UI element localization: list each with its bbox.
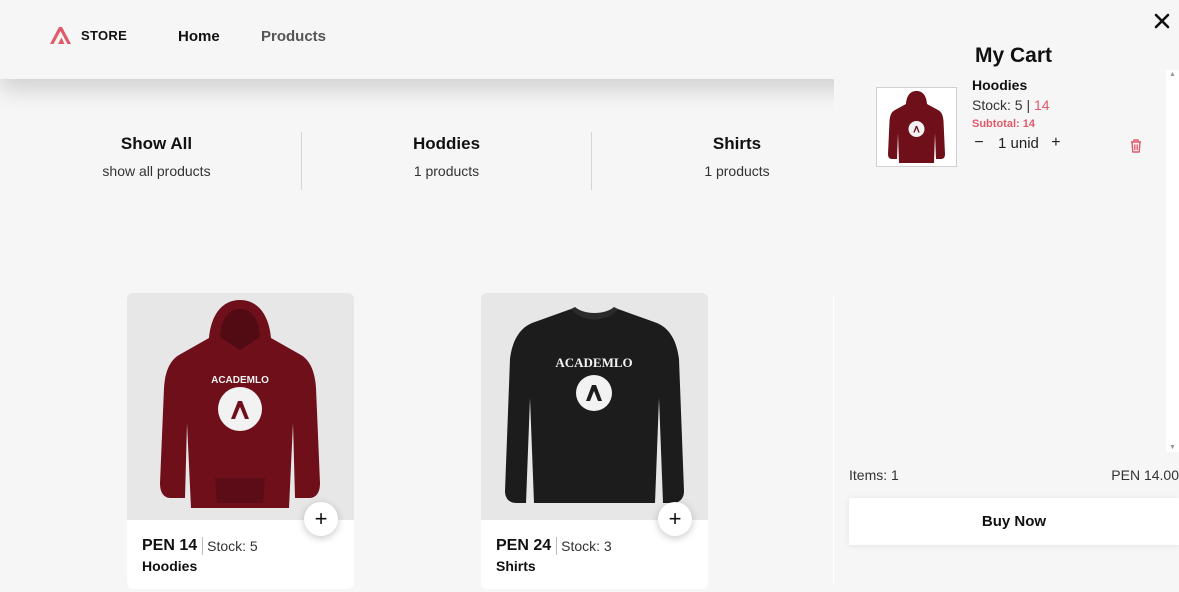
close-icon[interactable]	[1151, 10, 1173, 32]
maroon-hoodie-image	[888, 91, 945, 163]
logo-text: STORE	[81, 27, 128, 43]
cart-title: My Cart	[975, 44, 1053, 67]
product-price: PEN 24	[496, 537, 558, 555]
product-price: PEN 14	[142, 537, 204, 555]
product-name: Shirts	[496, 558, 536, 574]
cart-items-count: Items: 1	[849, 467, 899, 483]
category-show-all[interactable]: Show All show all products	[12, 132, 302, 190]
nav-products-link[interactable]: Products	[261, 28, 326, 45]
add-to-cart-button[interactable]: +	[304, 502, 338, 536]
decrease-quantity-button[interactable]: −	[972, 134, 986, 152]
category-title: Hoddies	[412, 134, 481, 153]
cart-scrollbar[interactable]: ▲ ▼	[1166, 70, 1179, 452]
svg-text:ACADEMLO: ACADEMLO	[555, 355, 632, 370]
product-stock: Stock: 5	[207, 538, 258, 554]
scroll-up-arrow-icon[interactable]: ▲	[1169, 71, 1176, 78]
quantity-stepper: − 1 unid +	[972, 134, 1063, 152]
category-subtitle: 1 products	[413, 163, 480, 179]
product-card: ACADEMLO + PEN 24 Stock: 3 Shirts	[481, 293, 708, 589]
product-info: PEN 14 Stock: 5 Hoodies	[142, 537, 258, 574]
add-to-cart-button[interactable]: +	[658, 502, 692, 536]
cart-total: PEN 14.00	[1111, 467, 1179, 483]
trash-icon[interactable]	[1129, 138, 1143, 154]
cart-item-price: 14	[1034, 97, 1050, 113]
cart-item-list: Hoodies Stock: 5 | 14 Subtotal: 14 − 1 u…	[834, 70, 1179, 452]
cart-item-stock-label: Stock: 5 |	[972, 97, 1031, 113]
cart-item-stock: Stock: 5 | 14	[972, 97, 1050, 113]
product-image: ACADEMLO	[481, 293, 708, 520]
buy-now-button[interactable]: Buy Now	[849, 498, 1179, 545]
product-info: PEN 24 Stock: 3 Shirts	[496, 537, 612, 574]
scroll-down-arrow-icon[interactable]: ▼	[1169, 444, 1176, 451]
svg-text:ACADEMLO: ACADEMLO	[211, 375, 269, 386]
cart-item: Hoodies Stock: 5 | 14 Subtotal: 14 − 1 u…	[876, 76, 1166, 167]
logo-icon	[50, 27, 71, 44]
product-card: ACADEMLO + PEN 14 Stock: 5 Hoodies	[127, 293, 354, 589]
product-image: ACADEMLO	[127, 293, 354, 520]
black-sweatshirt-image: ACADEMLO	[505, 307, 684, 503]
nav-home-link[interactable]: Home	[178, 28, 220, 45]
cart-panel: My Cart Hoodies Stock: 5 | 14 Subtotal: …	[834, 0, 1179, 592]
increase-quantity-button[interactable]: +	[1049, 134, 1063, 152]
category-subtitle: show all products	[102, 163, 211, 179]
category-hoddies[interactable]: Hoddies 1 products	[302, 132, 592, 190]
maroon-hoodie-image: ACADEMLO	[160, 300, 320, 508]
product-stock: Stock: 3	[561, 538, 612, 554]
category-title: Show All	[120, 134, 193, 153]
product-name: Hoodies	[142, 558, 198, 574]
cart-item-thumbnail	[876, 87, 957, 167]
cart-item-name: Hoodies	[972, 77, 1028, 93]
cart-item-subtotal: Subtotal: 14	[972, 118, 1035, 130]
quantity-value: 1 unid	[998, 134, 1039, 152]
category-filters: Show All show all products Hoddies 1 pro…	[12, 132, 882, 190]
store-logo[interactable]: STORE	[49, 25, 127, 45]
